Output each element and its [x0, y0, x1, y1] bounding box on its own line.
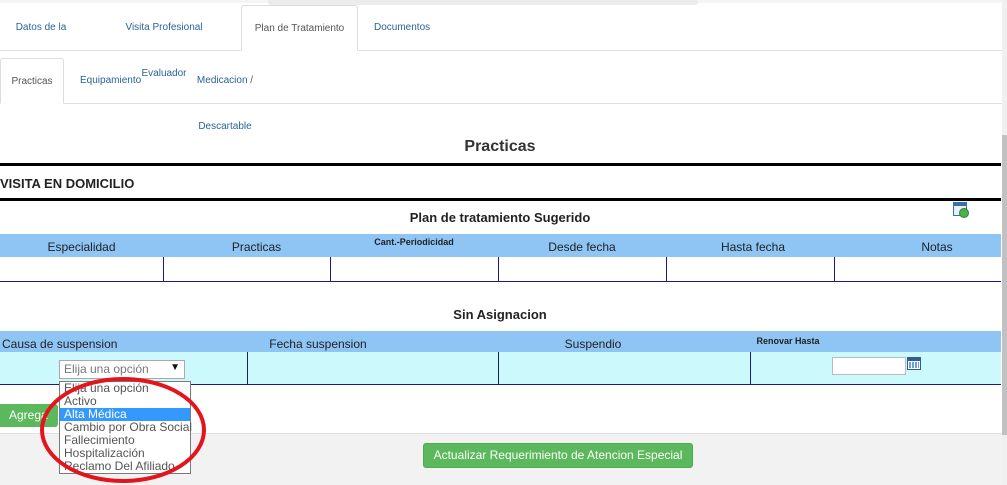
sin-asignacion-title: Sin Asignacion [453, 307, 547, 322]
chevron-down-icon: ▼ [170, 362, 180, 373]
divider-bottom [0, 198, 1001, 201]
divider-top [0, 163, 1001, 166]
col-cant-periodicidad: Cant.-Periodicidad [374, 237, 454, 247]
tab-equipamiento[interactable]: Equipamiento [70, 58, 150, 104]
calendar-icon[interactable] [907, 357, 921, 370]
col-causa-suspension: Causa de suspension [2, 337, 118, 351]
plan-empty-row [0, 257, 1001, 282]
plan-header-row: Especialidad Practicas Cant.-Periodicida… [0, 234, 1001, 257]
causa-suspension-dropdown: Elija una opción Activo Alta Médica Camb… [59, 381, 192, 474]
col-fecha-suspension: Fecha suspension [269, 337, 367, 351]
actualizar-requerimiento-button[interactable]: Actualizar Requerimiento de Atencion Esp… [423, 443, 693, 468]
tab-medicacion-descartable[interactable]: Medicacion / Descartable [160, 58, 290, 132]
tab-practicas[interactable]: Practicas [0, 58, 64, 104]
col-especialidad: Especialidad [47, 240, 116, 254]
col-suspendio: Suspendio [564, 337, 622, 351]
scrollbar-thumb[interactable] [1002, 135, 1007, 435]
col-hasta-fecha: Hasta fecha [720, 240, 786, 254]
col-practicas: Practicas [231, 240, 282, 254]
tab-documentos[interactable]: Documentos [364, 5, 440, 51]
select-value: Elija una opción [64, 362, 149, 376]
tab-plan-tratamiento[interactable]: Plan de Tratamiento [241, 5, 358, 51]
renovar-hasta-input[interactable] [832, 357, 906, 375]
col-notas: Notas [921, 240, 953, 254]
col-renovar-hasta: Renovar Hasta [756, 336, 820, 346]
col-desde-fecha: Desde fecha [548, 240, 616, 254]
main-tab-bar: Datos de la ID Visita Profesional Evalua… [0, 5, 1004, 79]
dropdown-option[interactable]: Reclamo Del Afiliado [60, 460, 190, 473]
section-title: Practicas [464, 138, 536, 155]
tab-datos-id[interactable]: Datos de la ID [0, 5, 82, 79]
sin-asignacion-header-row: Causa de suspension Fecha suspension Sus… [0, 331, 1001, 352]
visita-label: VISITA EN DOMICILIO [0, 176, 135, 191]
sub-tab-bar: Practicas Equipamiento Medicacion / Desc… [0, 58, 1004, 132]
plan-title: Plan de tratamiento Sugerido [409, 210, 591, 225]
causa-suspension-select[interactable]: Elija una opción ▼ [59, 360, 185, 379]
tab-visita-profesional[interactable]: Visita Profesional Evaluador [92, 5, 236, 79]
agregar-button[interactable]: Agrega [0, 404, 58, 427]
